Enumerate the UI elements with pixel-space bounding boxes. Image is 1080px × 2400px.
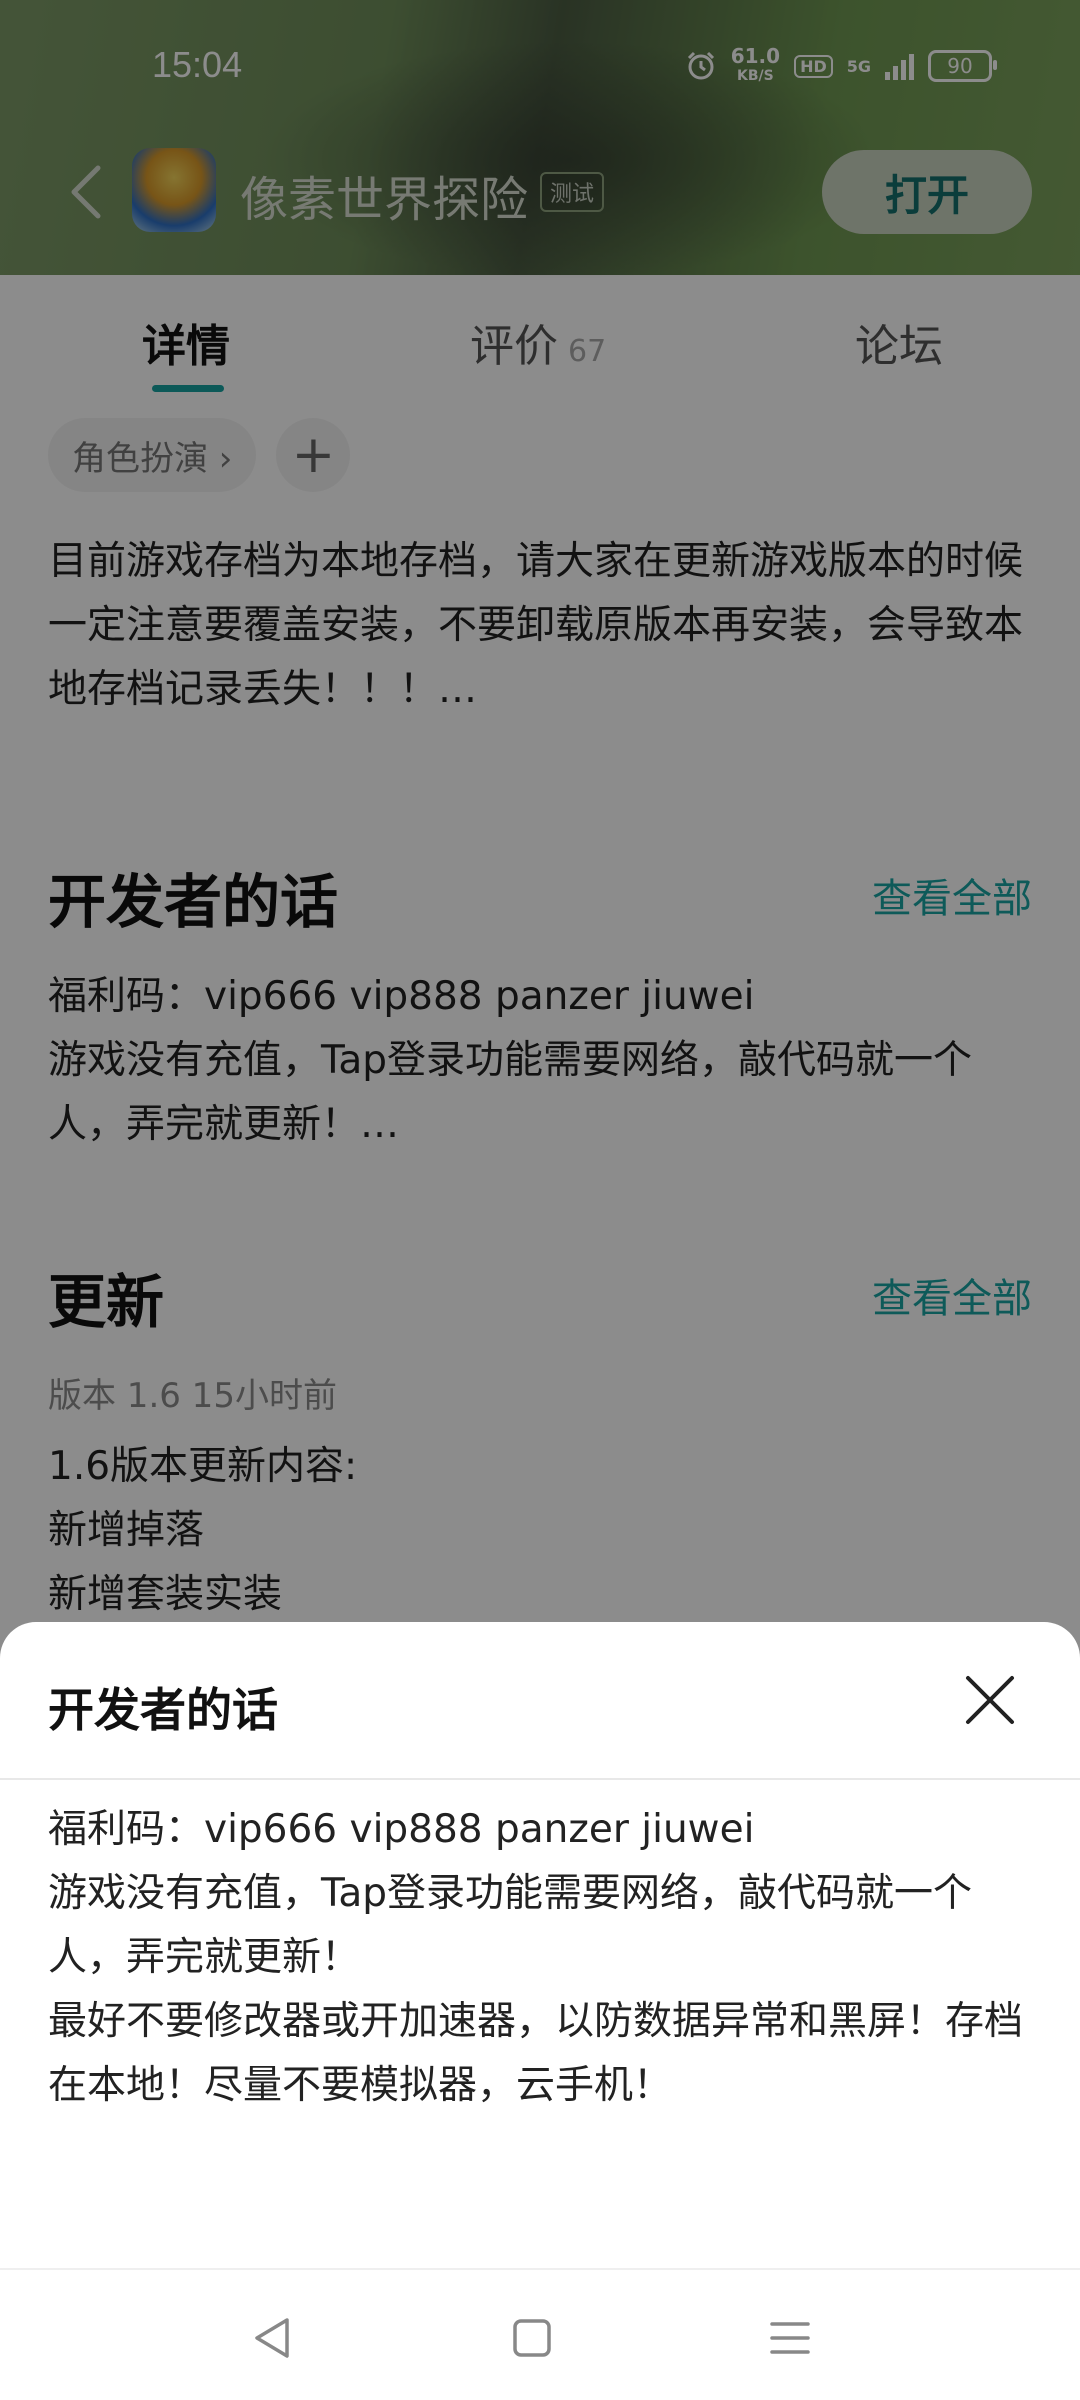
sheet-title: 开发者的话 xyxy=(48,1683,278,1737)
screen: 15:04 61.0 KB/S HD 5G 90 像素世界探险 测试 打开 详情… xyxy=(0,0,1080,2400)
sheet-line: 福利码：vip666 vip888 panzer jiuwei xyxy=(48,1807,755,1852)
sheet-body: 福利码：vip666 vip888 panzer jiuwei 游戏没有充值，T… xyxy=(48,1798,1038,2118)
sheet-divider xyxy=(0,1778,1080,1780)
triangle-back-icon[interactable] xyxy=(243,2308,303,2368)
sheet-line: 游戏没有充值，Tap登录功能需要网络，敲代码就一个人，弄完就更新！ xyxy=(48,1871,973,1980)
sheet-line: 最好不要修改器或开加速器，以防数据异常和黑屏！存档在本地！尽量不要模拟器，云手机… xyxy=(48,1999,1024,2108)
menu-icon[interactable] xyxy=(760,2308,820,2368)
system-nav-bar xyxy=(0,2268,1080,2400)
square-home-icon[interactable] xyxy=(502,2308,562,2368)
close-icon[interactable] xyxy=(960,1670,1020,1730)
